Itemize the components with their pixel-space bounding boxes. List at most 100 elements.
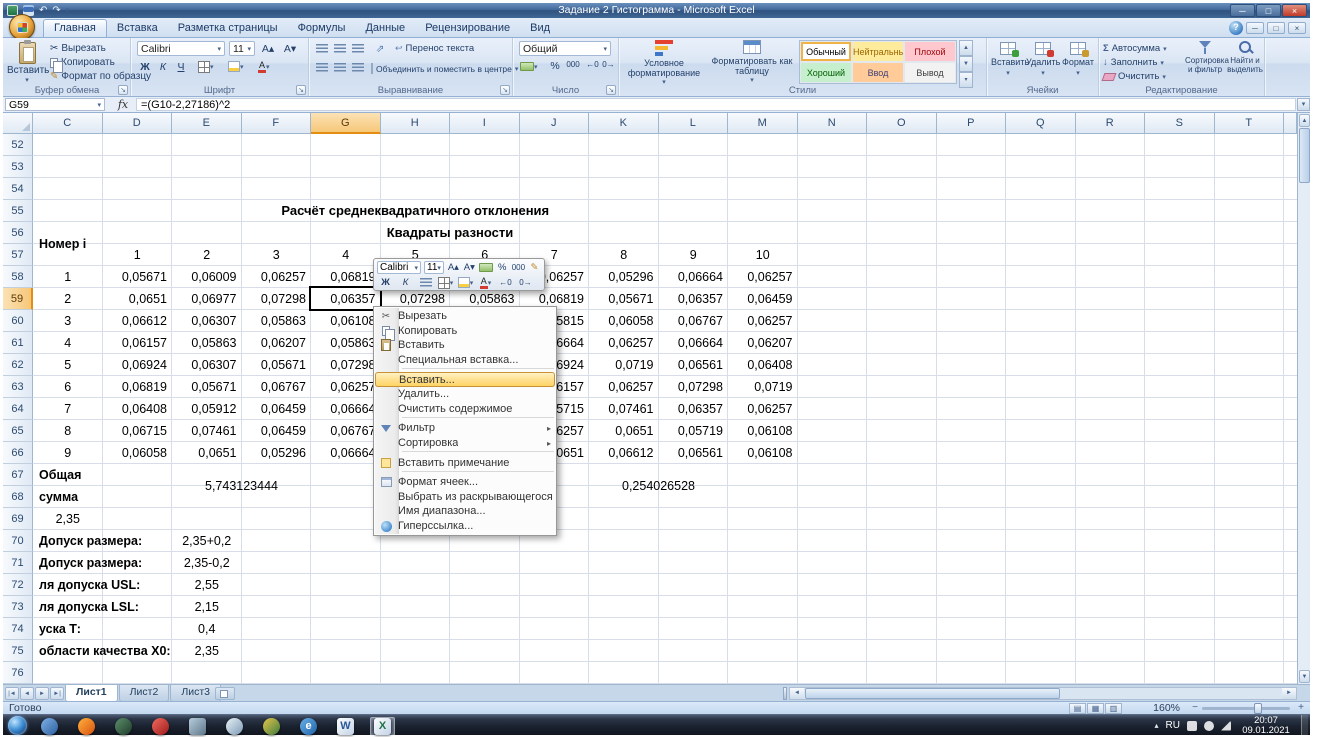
scroll-up-button[interactable]: ▲ [1299,114,1310,127]
cell-E62[interactable]: 0,06307 [172,354,242,376]
help-button[interactable]: ? [1229,21,1243,35]
cell-M58[interactable]: 0,06257 [728,266,798,288]
row-header-74[interactable]: 74 [3,618,33,640]
copy-button[interactable]: Копировать [50,56,115,69]
cell-L66[interactable]: 0,06561 [659,442,729,464]
mini-center-button[interactable] [417,276,434,289]
col-header-D[interactable]: D [103,113,173,134]
view-normal-button[interactable]: ▤ [1069,703,1086,714]
menu-item-Вставить[interactable]: Вставить... [375,372,555,387]
sheet-tab-Лист3[interactable]: Лист3 [170,685,221,702]
grow-font-button[interactable]: А▴ [258,41,278,56]
cell-F62[interactable]: 0,05671 [242,354,312,376]
col-header-T[interactable]: T [1215,113,1285,134]
cell-C63[interactable]: 6 [33,376,103,398]
row-header-64[interactable]: 64 [3,398,33,420]
cell-E73[interactable]: 2,15 [172,596,242,618]
cell-M57[interactable]: 10 [728,244,798,266]
menu-item-Имя диапазона[interactable]: Имя диапазона... [374,504,556,519]
cell-C61[interactable]: 4 [33,332,103,354]
row-header-70[interactable]: 70 [3,530,33,552]
zoom-level[interactable]: 160% [1153,702,1180,714]
cell-K63[interactable]: 0,06257 [589,376,659,398]
row-header-75[interactable]: 75 [3,640,33,662]
menu-item-Фильтр[interactable]: Фильтр▸ [374,421,556,436]
cell-E64[interactable]: 0,05912 [172,398,242,420]
mini-grow-font-button[interactable]: А▴ [447,261,460,274]
cell-F59[interactable]: 0,07298 [242,288,312,310]
sort-filter-button[interactable]: Сортировка и фильтр [1185,40,1225,84]
gallery-scroll-down-button[interactable]: ▼ [959,56,973,72]
tab-Разметка страницы[interactable]: Разметка страницы [168,20,288,37]
number-format-select[interactable]: Общий ▾ [519,41,611,56]
menu-item-Копировать[interactable]: Копировать [374,324,556,339]
cell-C68[interactable]: сумма [33,486,103,508]
cell-D56[interactable]: Квадраты разности [103,222,798,244]
cell-C74[interactable]: уска Т: [33,618,172,640]
row-header-52[interactable]: 52 [3,134,33,156]
cell-M66[interactable]: 0,06108 [728,442,798,464]
cell-D57[interactable]: 1 [103,244,173,266]
col-header-P[interactable]: P [937,113,1007,134]
cell-C55[interactable]: Расчёт среднеквадратичного отклонения [33,200,798,222]
cell-K58[interactable]: 0,05296 [589,266,659,288]
row-header-66[interactable]: 66 [3,442,33,464]
cell-L60[interactable]: 0,06767 [659,310,729,332]
cell-G60[interactable]: 0,06108 [311,310,381,332]
cell-M64[interactable]: 0,06257 [728,398,798,420]
bold-button[interactable]: Ж [137,59,153,75]
style-Хороший[interactable]: Хороший [800,62,852,83]
cell-C67[interactable]: Общая [33,464,103,486]
cell-M61[interactable]: 0,06207 [728,332,798,354]
cell-M63[interactable]: 0,0719 [728,376,798,398]
col-header-N[interactable]: N [798,113,868,134]
horizontal-scroll-thumb[interactable] [805,688,1060,699]
tab-Вид[interactable]: Вид [520,20,560,37]
tray-action-center-icon[interactable] [1187,721,1197,731]
align-top-button[interactable] [315,43,329,54]
format-as-table-button[interactable]: Форматировать как таблицу ▾ [709,40,795,84]
tray-expand-icon[interactable]: ▴ [1155,721,1159,730]
col-header-R[interactable]: R [1076,113,1146,134]
workbook-restore-button[interactable]: □ [1267,22,1285,34]
cell-C75[interactable]: области качества Х0: [33,640,172,662]
align-bottom-button[interactable] [351,43,365,54]
cell-K65[interactable]: 0,0651 [589,420,659,442]
cell-F65[interactable]: 0,06459 [242,420,312,442]
percent-style-button[interactable]: % [549,59,561,73]
cell-K59[interactable]: 0,05671 [589,288,659,310]
cell-F58[interactable]: 0,06257 [242,266,312,288]
mini-borders-button[interactable]: ▾ [437,276,454,289]
row-header-62[interactable]: 62 [3,354,33,376]
borders-button[interactable]: ▾ [197,60,215,74]
menu-item-Вставить[interactable]: Вставить [374,338,556,353]
cell-D62[interactable]: 0,06924 [103,354,173,376]
menu-item-Удалить[interactable]: Удалить... [374,387,556,402]
insert-sheet-button[interactable] [215,687,235,700]
cell-K60[interactable]: 0,06058 [589,310,659,332]
fill-button[interactable]: ↓ Заполнить ▾ [1103,56,1183,69]
cell-C73[interactable]: ля допуска LSL: [33,596,172,618]
prev-sheet-button[interactable]: ◄ [20,687,34,700]
mini-size-select[interactable]: 11 ▾ [424,261,444,274]
select-all-button[interactable] [3,113,33,134]
cell-C69[interactable]: 2,35 [33,508,103,530]
cell-K57[interactable]: 8 [589,244,659,266]
view-page-layout-button[interactable]: ▦ [1087,703,1104,714]
minimize-button[interactable]: ─ [1230,4,1255,17]
menu-item-Гиперссылка[interactable]: Гиперссылка... [374,519,556,534]
cell-E66[interactable]: 0,0651 [172,442,242,464]
number-dialog-launcher[interactable]: ↘ [606,85,616,95]
decrease-decimal-button[interactable]: 0→ [601,59,616,70]
cell-K64[interactable]: 0,07461 [589,398,659,420]
tab-Данные[interactable]: Данные [355,20,415,37]
close-button[interactable]: × [1282,4,1307,17]
row-header-69[interactable]: 69 [3,508,33,530]
cell-E58[interactable]: 0,06009 [172,266,242,288]
cell-F63[interactable]: 0,06767 [242,376,312,398]
cell-G61[interactable]: 0,05863 [311,332,381,354]
mini-bold-button[interactable]: Ж [377,276,394,289]
col-header-K[interactable]: K [589,113,659,134]
row-header-54[interactable]: 54 [3,178,33,200]
cell-C58[interactable]: 1 [33,266,103,288]
